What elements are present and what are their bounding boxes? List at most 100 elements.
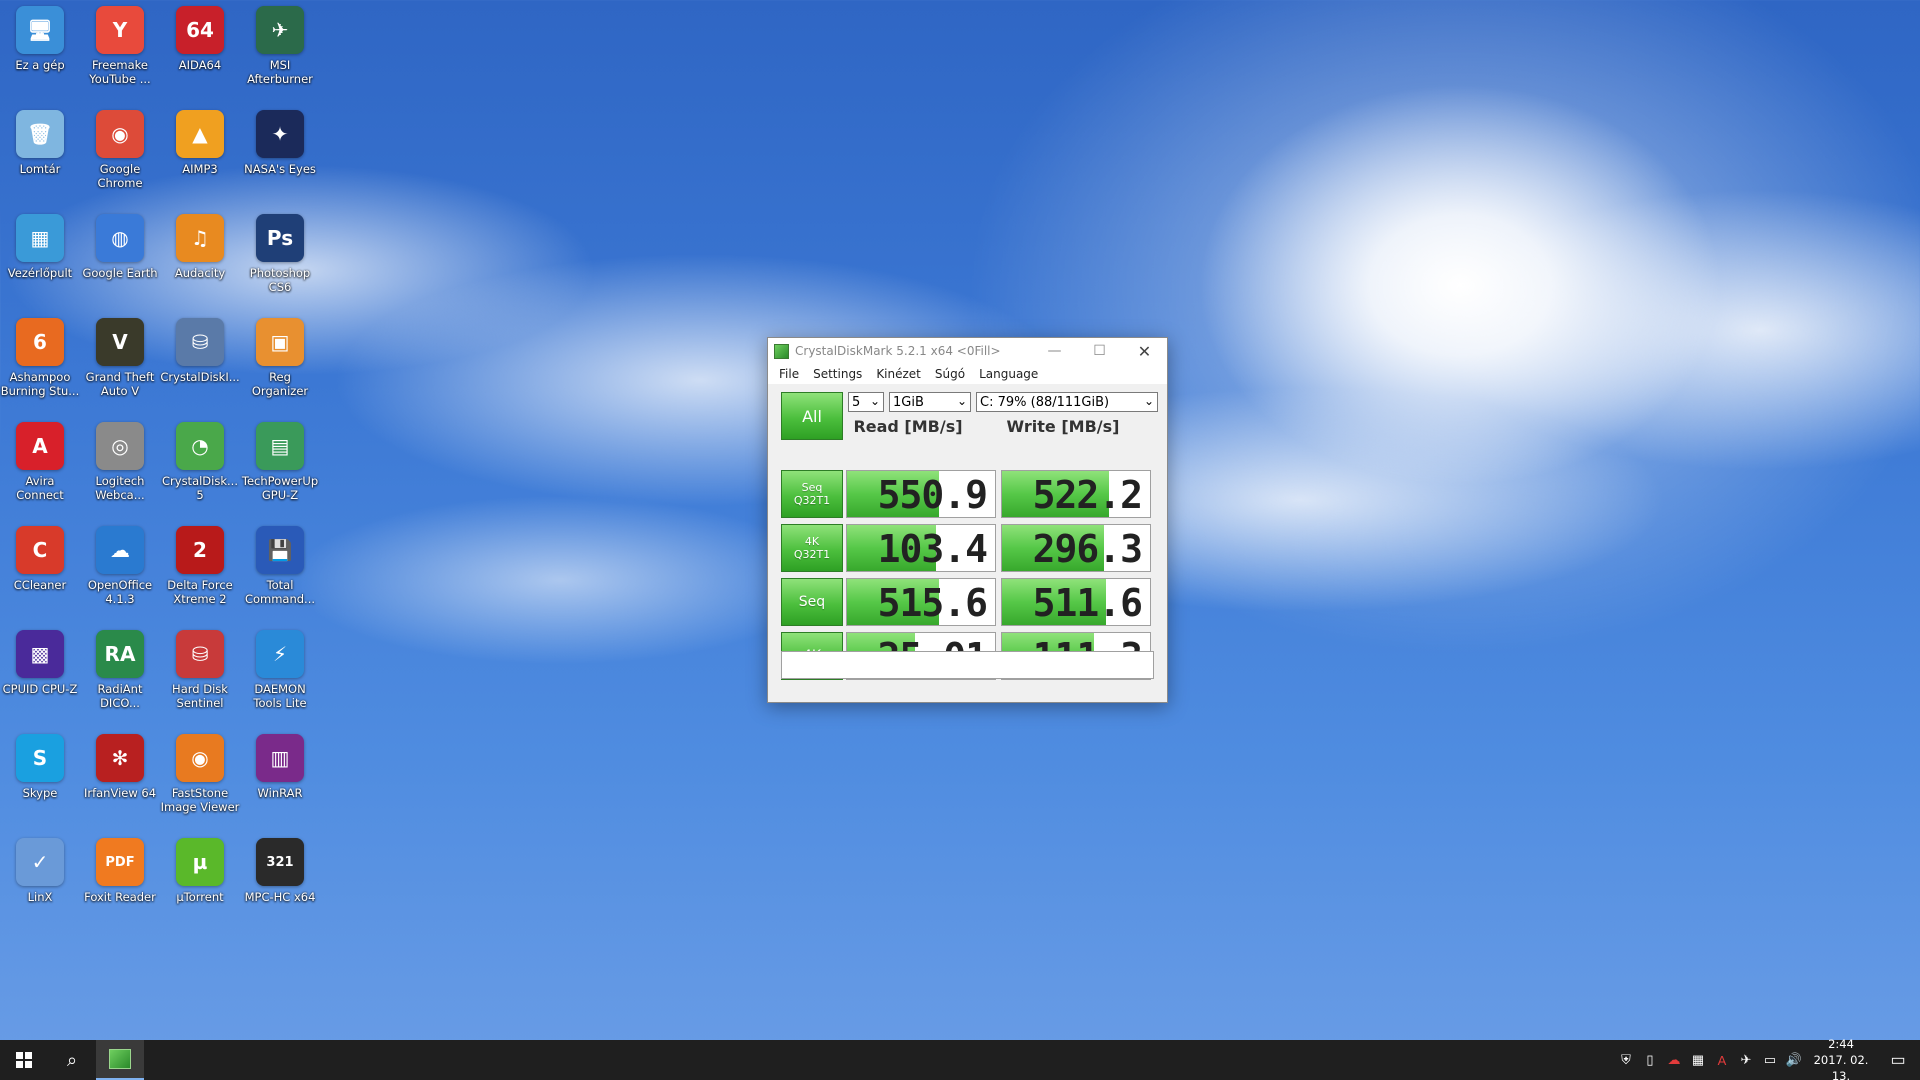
desktop-icon[interactable]: S Skype [0,728,80,828]
desktop-icon-label: DAEMON Tools Lite [253,682,307,710]
desktop-icon[interactable]: ✦ NASA's Eyes [240,104,320,204]
tray-afterburner-icon[interactable]: ✈ [1734,1040,1758,1080]
desktop-icon[interactable]: A Avira Connect [0,416,80,516]
tray-network-icon[interactable]: ▭ [1758,1040,1782,1080]
notification-center-icon[interactable]: ▭ [1876,1040,1920,1080]
app-icon: S [16,734,64,782]
menu-kinezet[interactable]: Kinézet [869,367,928,381]
desktop-icon[interactable]: ⚡ DAEMON Tools Lite [240,624,320,724]
window-titlebar[interactable]: CrystalDiskMark 5.2.1 x64 <0Fill> — ☐ ✕ [768,338,1167,364]
app-icon: ⛁ [176,630,224,678]
system-tray: ⛨ ▯ ☁ ▦ A ✈ ▭ 🔊 2:44 2017. 02. 13. ▭ [1614,1037,1920,1080]
search-icon: ⌕ [66,1049,78,1070]
desktop-icon[interactable]: ▥ WinRAR [240,728,320,828]
desktop-icon[interactable]: 🗑 Lomtár [0,104,80,204]
minimize-button[interactable]: — [1032,338,1077,364]
desktop-icon[interactable]: RA RadiAnt DICO... [80,624,160,724]
menu-file[interactable]: File [772,367,806,381]
search-button[interactable]: ⌕ [48,1040,96,1080]
app-icon: ▲ [176,110,224,158]
desktop-icon[interactable]: ◔ CrystalDisk... 5 [160,416,240,516]
desktop-icon[interactable]: ◎ Logitech Webca... [80,416,160,516]
app-icon: ▩ [16,630,64,678]
desktop-icon[interactable]: ⛁ Hard Disk Sentinel [160,624,240,724]
desktop-icon[interactable]: 321 MPC-HC x64 [240,832,320,932]
desktop-icon[interactable]: ◉ Google Chrome [80,104,160,204]
desktop-icon[interactable]: V Grand Theft Auto V [80,312,160,412]
tray-cloud-icon[interactable]: ☁ [1662,1040,1686,1080]
desktop-icon[interactable]: ▩ CPUID CPU-Z [0,624,80,724]
row-test-button[interactable]: 4K Q32T1 [781,524,843,572]
taskbar-clock[interactable]: 2:44 2017. 02. 13. [1806,1036,1876,1080]
menu-settings[interactable]: Settings [806,367,869,381]
app-icon: 64 [176,6,224,54]
taskbar-app-crystaldiskmark[interactable] [96,1040,144,1080]
window-title: CrystalDiskMark 5.2.1 x64 <0Fill> [795,344,1001,358]
row-test-button[interactable]: Seq [781,578,843,626]
menu-language[interactable]: Language [972,367,1045,381]
desktop-icon-label: LinX [27,890,53,904]
desktop-icon-label: Total Command... [244,578,316,606]
desktop-icon-label: NASA's Eyes [244,162,316,176]
app-icon: Ps [256,214,304,262]
desktop-icon[interactable]: µ µTorrent [160,832,240,932]
desktop-icon[interactable]: ✻ IrfanView 64 [80,728,160,828]
desktop-icon[interactable]: ◉ FastStone Image Viewer [160,728,240,828]
maximize-button[interactable]: ☐ [1077,338,1122,364]
app-icon: µ [176,838,224,886]
app-icon: RA [96,630,144,678]
app-icon: ☁ [96,526,144,574]
desktop-icon[interactable]: PDF Foxit Reader [80,832,160,932]
desktop-icon[interactable]: 64 AIDA64 [160,0,240,100]
desktop-icon[interactable]: C CCleaner [0,520,80,620]
tray-usb-icon[interactable]: ▯ [1638,1040,1662,1080]
desktop-icon-label: µTorrent [176,890,224,904]
app-icon: ▣ [256,318,304,366]
desktop-icon[interactable]: ✈ MSI Afterburner [240,0,320,100]
app-icon: 🗑 [16,110,64,158]
desktop-icon-label: Skype [22,786,58,800]
test-size-value: 1GiB [893,394,924,410]
desktop-icon-label: FastStone Image Viewer [160,786,240,814]
desktop-icon-label: Delta Force Xtreme 2 [167,578,233,606]
desktop-icon[interactable]: 💾 Total Command... [240,520,320,620]
desktop-icon[interactable]: ⛁ CrystalDiskI... [160,312,240,412]
desktop-icon[interactable]: 6 Ashampoo Burning Stu... [0,312,80,412]
desktop-icon[interactable]: ☁ OpenOffice 4.1.3 [80,520,160,620]
desktop-icon-label: CrystalDiskI... [160,370,240,384]
tray-avira-icon[interactable]: A [1710,1040,1734,1080]
close-button[interactable]: ✕ [1122,338,1167,364]
app-icon: ⚡ [256,630,304,678]
desktop-icon[interactable]: ◍ Google Earth [80,208,160,308]
comment-input[interactable] [781,651,1154,679]
desktop-icon[interactable]: 2 Delta Force Xtreme 2 [160,520,240,620]
menu-sugo[interactable]: Súgó [928,367,972,381]
desktop-icon[interactable]: ♫ Audacity [160,208,240,308]
crystaldiskmark-taskbar-icon [109,1049,131,1069]
start-button[interactable] [0,1040,48,1080]
tray-shield-icon[interactable]: ⛨ [1614,1040,1638,1080]
test-size-select[interactable]: 1GiB ⌄ [889,392,971,412]
desktop-icon-area: 🖥 Ez a gép Y Freemake YouTube ... 64 AIDA64 ✈ M… [0,0,330,1040]
desktop-icon[interactable]: 🖥 Ez a gép [0,0,80,100]
app-icon: ◔ [176,422,224,470]
desktop-icon[interactable]: ▣ Reg Organizer [240,312,320,412]
all-button[interactable]: All [781,392,843,440]
desktop-icon-label: Lomtár [19,162,61,176]
desktop-icon[interactable]: ✓ LinX [0,832,80,932]
tray-volume-icon[interactable]: 🔊 [1782,1040,1806,1080]
row-label-secondary: Q32T1 [793,494,831,507]
desktop-icon[interactable]: Ps Photoshop CS6 [240,208,320,308]
desktop-icon[interactable]: ▦ Vezérlőpult [0,208,80,308]
row-test-button[interactable]: Seq Q32T1 [781,470,843,518]
drive-select[interactable]: C: 79% (88/111GiB) ⌄ [976,392,1158,412]
desktop-icon[interactable]: ▤ TechPowerUp GPU-Z [240,416,320,516]
write-result-cell: 522.2 [1001,470,1151,518]
tray-monitor-icon[interactable]: ▦ [1686,1040,1710,1080]
test-count-select[interactable]: 5 ⌄ [848,392,884,412]
desktop-icon[interactable]: Y Freemake YouTube ... [80,0,160,100]
desktop-icon[interactable]: ▲ AIMP3 [160,104,240,204]
chevron-down-icon: ⌄ [956,394,967,408]
app-icon: ◉ [96,110,144,158]
app-icon: A [16,422,64,470]
